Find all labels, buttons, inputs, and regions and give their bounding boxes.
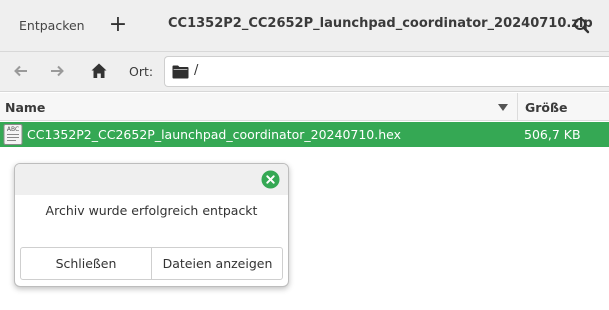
home-button[interactable] bbox=[86, 58, 112, 84]
dialog-close-button[interactable] bbox=[261, 170, 280, 189]
back-arrow-icon bbox=[14, 65, 27, 77]
column-size-label: Größe bbox=[525, 100, 568, 115]
add-files-button[interactable]: + bbox=[104, 12, 132, 40]
window-title: CC1352P2_CC2652P_launchpad_coordinator_2… bbox=[168, 16, 593, 31]
home-icon bbox=[91, 63, 107, 78]
file-name: CC1352P2_CC2652P_launchpad_coordinator_2… bbox=[27, 127, 402, 142]
location-label: Ort: bbox=[129, 64, 154, 79]
column-name-label: Name bbox=[5, 100, 46, 115]
search-icon bbox=[574, 18, 590, 34]
dialog-message: Archiv wurde erfolgreich entpackt bbox=[45, 203, 258, 218]
file-icon-text: ABC bbox=[7, 126, 19, 133]
file-size: 506,7 KB bbox=[524, 127, 581, 142]
search-button[interactable] bbox=[568, 12, 596, 40]
text-file-icon: ABC bbox=[3, 124, 23, 145]
sort-descending-icon bbox=[498, 104, 508, 111]
forward-arrow-icon bbox=[51, 65, 64, 77]
close-button[interactable]: Schließen bbox=[21, 248, 152, 279]
location-bar: Ort: / bbox=[0, 52, 609, 92]
location-field[interactable]: / bbox=[164, 56, 609, 87]
column-header-name[interactable]: Name bbox=[0, 93, 518, 121]
forward-button[interactable] bbox=[44, 58, 70, 84]
headerbar: Entpacken + CC1352P2_CC2652P_launchpad_c… bbox=[0, 0, 609, 52]
back-button[interactable] bbox=[8, 58, 34, 84]
extract-button[interactable]: Entpacken bbox=[8, 14, 96, 38]
close-icon bbox=[261, 170, 280, 189]
file-row[interactable]: ABC CC1352P2_CC2652P_launchpad_coordinat… bbox=[0, 122, 609, 147]
extract-success-dialog: Archiv wurde erfolgreich entpackt Schlie… bbox=[14, 163, 289, 287]
column-header: Name Größe bbox=[0, 93, 609, 121]
dialog-actions: Schließen Dateien anzeigen bbox=[20, 247, 283, 280]
dialog-titlebar bbox=[15, 164, 288, 195]
folder-icon bbox=[172, 65, 189, 79]
show-files-button[interactable]: Dateien anzeigen bbox=[152, 248, 283, 279]
location-path: / bbox=[194, 63, 199, 78]
column-header-size[interactable]: Größe bbox=[519, 93, 609, 121]
